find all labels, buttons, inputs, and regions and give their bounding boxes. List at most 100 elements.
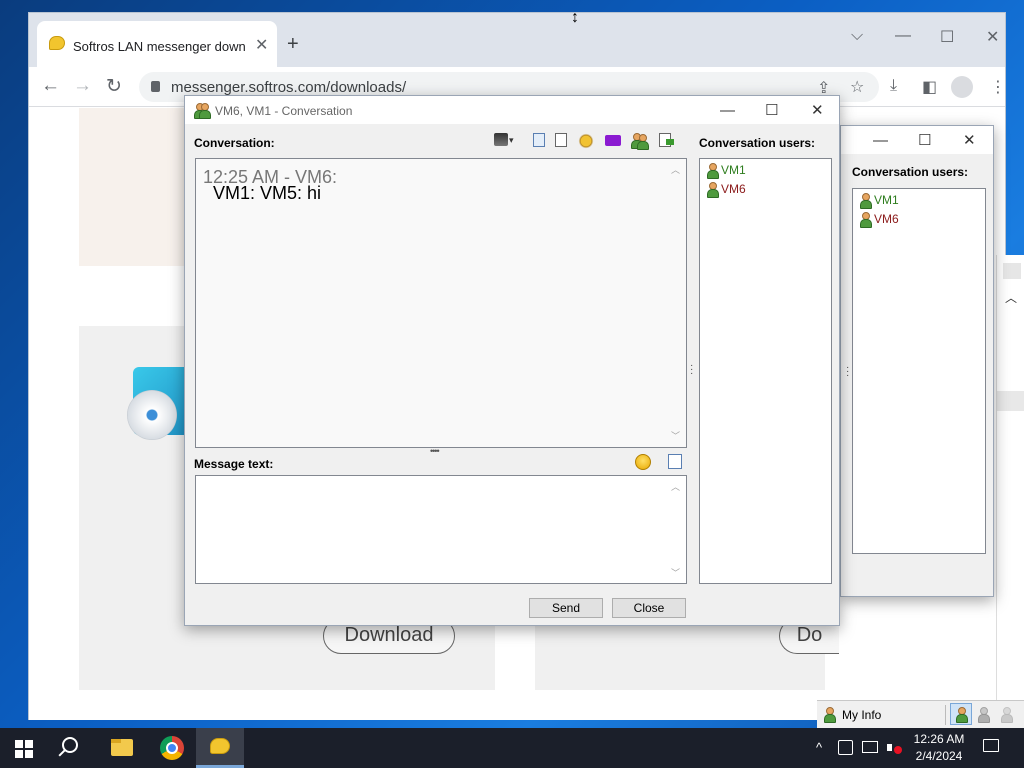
tab-search-icon[interactable]: ⌵: [851, 27, 863, 45]
scroll-up-icon[interactable]: ︿: [671, 163, 680, 176]
back-user-item-vm6[interactable]: VM6: [859, 212, 899, 228]
forward-button[interactable]: →: [73, 75, 92, 97]
softros-messenger-icon: [210, 738, 230, 754]
print-preview-icon[interactable]: [555, 133, 567, 147]
close-button[interactable]: ✕: [811, 101, 824, 119]
splitter-handle[interactable]: ••••: [430, 446, 440, 456]
close-button[interactable]: ✕: [986, 27, 999, 47]
reload-button[interactable]: ↻: [106, 75, 122, 98]
user-name: VM6: [874, 212, 899, 226]
scroll-down-icon[interactable]: ﹀: [671, 429, 680, 442]
new-tab-button[interactable]: +: [287, 33, 299, 56]
tab-strip: Softros LAN messenger downlo ✕ + ⌵ — ☐ ✕: [29, 13, 1005, 67]
vertical-splitter-handle[interactable]: · · ·: [690, 361, 693, 379]
message-input[interactable]: ︿ ﹀: [195, 475, 687, 584]
video-call-icon[interactable]: [605, 135, 621, 146]
my-info-user-icon: [823, 707, 838, 723]
conversation-label: Conversation:: [194, 136, 275, 150]
notification-icon[interactable]: [983, 739, 999, 752]
tab-title: Softros LAN messenger downlo: [73, 39, 245, 54]
back-close-button[interactable]: ✕: [963, 131, 976, 149]
message-text-label: Message text:: [194, 457, 274, 471]
add-users-icon[interactable]: [630, 133, 649, 150]
conversation-titlebar: VM6, VM1 - Conversation — ☐ ✕: [185, 96, 839, 124]
maximize-button[interactable]: ☐: [940, 27, 954, 47]
user-name: VM1: [874, 193, 899, 207]
maximize-button[interactable]: ☐: [765, 101, 778, 119]
popup-box: [1003, 263, 1021, 279]
taskbar: ^ 12:26 AM 2/4/2024: [0, 728, 1024, 768]
conversation-window: VM6, VM1 - Conversation — ☐ ✕ Conversati…: [184, 95, 840, 626]
clock-date[interactable]: 2/4/2024: [908, 749, 970, 763]
chrome-menu-icon[interactable]: ⋮: [990, 77, 1006, 97]
conversation-title: VM6, VM1 - Conversation: [215, 104, 353, 118]
input-scroll-up-icon[interactable]: ︿: [671, 480, 680, 493]
side-popup: ︿: [996, 255, 1024, 700]
status-offline-icon[interactable]: [1000, 707, 1016, 723]
back-users-label: Conversation users:: [852, 165, 969, 179]
search-icon-handle: [58, 749, 66, 757]
user-icon: [859, 212, 872, 228]
input-scroll-down-icon[interactable]: ﹀: [671, 566, 680, 579]
tab-close-icon[interactable]: ✕: [255, 35, 268, 55]
user-icon: [706, 163, 719, 179]
back-minimize-button[interactable]: —: [873, 132, 888, 149]
conversation-log[interactable]: 12:25 AM - VM6: VM1: VM5: hi ︿ ﹀: [195, 158, 687, 448]
back-user-item-vm1[interactable]: VM1: [859, 193, 899, 209]
back-maximize-button[interactable]: ☐: [918, 131, 931, 149]
user-icon: [859, 193, 872, 209]
status-available-icon[interactable]: [950, 703, 972, 725]
divider: [945, 705, 946, 725]
popup-highlight: [997, 391, 1024, 411]
download-icon[interactable]: ⤓: [890, 77, 897, 95]
clock-time[interactable]: 12:26 AM: [908, 732, 970, 746]
user-item-vm6[interactable]: VM6: [706, 182, 746, 198]
history-icon[interactable]: [533, 133, 545, 147]
status-away-icon[interactable]: [977, 707, 993, 723]
url-text[interactable]: messenger.softros.com/downloads/: [171, 79, 406, 96]
windows-start-icon[interactable]: [15, 740, 33, 758]
network-icon[interactable]: [862, 741, 878, 753]
conversation-app-icon: [193, 103, 211, 119]
display-mode-icon[interactable]: [494, 133, 508, 146]
profile-avatar[interactable]: [951, 76, 973, 98]
my-info-label[interactable]: My Info: [842, 708, 881, 722]
bookmark-star-icon[interactable]: ☆: [850, 77, 864, 97]
users-label: Conversation users:: [699, 136, 816, 150]
chevron-down-icon[interactable]: ▾: [509, 135, 514, 146]
back-titlebar: — ☐ ✕: [841, 126, 993, 154]
softros-favicon-icon: [49, 36, 65, 50]
side-panel-icon[interactable]: ◧: [922, 77, 937, 97]
back-users-list[interactable]: VM1 VM6: [852, 188, 986, 554]
users-list[interactable]: VM1 VM6: [699, 158, 832, 584]
resize-cursor-icon: ↕: [571, 9, 579, 26]
user-item-vm1[interactable]: VM1: [706, 163, 746, 179]
back-conversation-window: — ☐ ✕ Conversation users: VM1 VM6 · · ·: [840, 125, 994, 597]
chrome-icon[interactable]: [160, 736, 184, 760]
user-name: VM6: [721, 182, 746, 196]
format-text-icon[interactable]: [668, 454, 682, 469]
volume-muted-icon[interactable]: [887, 741, 902, 754]
file-explorer-icon[interactable]: [111, 739, 133, 756]
close-dialog-button[interactable]: Close: [612, 598, 686, 618]
softros-messenger-taskbar-button[interactable]: [196, 728, 244, 768]
tray-chevron-up-icon[interactable]: ^: [816, 740, 822, 755]
back-button[interactable]: ←: [41, 75, 60, 97]
emoji-smiley-icon[interactable]: [635, 454, 651, 470]
user-icon: [706, 182, 719, 198]
minimize-button[interactable]: —: [895, 27, 911, 45]
browser-tab[interactable]: Softros LAN messenger downlo ✕: [37, 21, 277, 67]
message-text: VM1: VM5: hi: [213, 183, 322, 203]
messenger-status-panel: My Info: [817, 700, 1024, 728]
send-file-arrow-icon: [666, 139, 674, 145]
tray-messenger-icon[interactable]: [838, 740, 853, 755]
conversation-toolbar: ▾: [494, 133, 684, 151]
popup-chevron-up-icon[interactable]: ︿: [1005, 289, 1017, 306]
user-name: VM1: [721, 163, 746, 177]
back-splitter-handle[interactable]: · · ·: [846, 363, 849, 381]
lock-icon: [151, 81, 160, 92]
settings-gear-icon[interactable]: [578, 133, 594, 149]
minimize-button[interactable]: —: [720, 102, 735, 119]
installer-cd-icon: [127, 390, 177, 440]
send-button[interactable]: Send: [529, 598, 603, 618]
